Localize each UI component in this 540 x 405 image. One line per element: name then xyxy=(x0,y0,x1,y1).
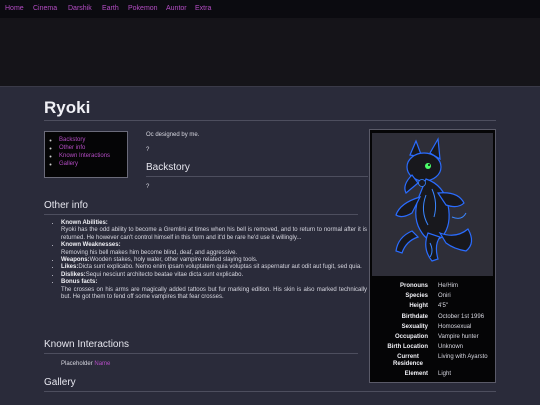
sexuality-value: Homosexual xyxy=(438,324,472,330)
list-item: Weapons:Wooden stakes, holy water, other… xyxy=(61,257,367,264)
species-label: Species xyxy=(405,293,428,299)
birthdate-value: October 1st 1996 xyxy=(438,314,485,320)
table-of-contents: Backstory Other info Known Interactions … xyxy=(44,131,128,178)
gallery-heading: Gallery xyxy=(44,377,76,388)
title-divider xyxy=(44,120,496,121)
abilities-text: Ryoki has the odd ability to become a Gr… xyxy=(61,227,367,241)
dislikes-label: Dislikes: xyxy=(61,271,86,278)
toc-item: Known Interactions xyxy=(59,152,127,160)
list-item: Removing his bell makes him become blind… xyxy=(61,250,367,257)
known-interactions-heading: Known Interactions xyxy=(44,339,130,350)
nav-auntor[interactable]: Auntor xyxy=(166,5,187,13)
page-title: Ryoki xyxy=(44,98,91,117)
birthdate-label: Birthdate xyxy=(401,314,428,320)
list-item: Known Abilities: xyxy=(61,220,367,227)
gallery-divider xyxy=(44,391,496,392)
pronouns-label: Pronouns xyxy=(400,283,428,289)
nav-darshik[interactable]: Darshik xyxy=(68,5,92,13)
pronouns-value: He/Him xyxy=(438,283,459,289)
abilities-label: Known Abilities: xyxy=(61,220,108,226)
list-item: Ryoki has the odd ability to become a Gr… xyxy=(61,227,367,242)
toc-item: Backstory xyxy=(59,136,127,144)
current-residence-value: Living with Ayarsto xyxy=(438,354,488,360)
interaction-placeholder: Placeholder xyxy=(61,361,93,367)
list-item: The crosses on his arms are magically ad… xyxy=(61,287,367,302)
interaction-item: Placeholder Name xyxy=(61,360,110,368)
backstory-divider xyxy=(146,176,368,177)
known-interactions-divider xyxy=(44,353,358,354)
other-info-divider xyxy=(44,214,358,215)
toc-link-other-info[interactable]: Other info xyxy=(59,145,85,151)
list-item: Dislikes:Sequi nesciunt architecto beata… xyxy=(61,272,367,279)
toc-link-backstory[interactable]: Backstory xyxy=(59,137,85,143)
likes-label: Likes: xyxy=(61,264,79,271)
occupation-label: Occupation xyxy=(394,334,428,340)
weaknesses-text: Removing his bell makes him become blind… xyxy=(61,249,238,256)
character-portrait xyxy=(372,133,493,276)
weaknesses-label: Known Weaknesses: xyxy=(61,242,121,249)
weapons-label: Weapons: xyxy=(61,257,90,264)
element-value: Light xyxy=(438,371,452,377)
height-label: Height xyxy=(409,303,428,309)
element-label: Element xyxy=(404,371,428,377)
birth-location-label: Birth Location xyxy=(387,344,428,350)
nav-home[interactable]: Home xyxy=(5,5,24,13)
species-link[interactable]: Oniri xyxy=(438,293,451,300)
toc-link-gallery[interactable]: Gallery xyxy=(59,161,78,167)
sexuality-label: Sexuality xyxy=(401,324,428,330)
backstory-heading: Backstory xyxy=(146,162,190,173)
occupation-value: Vampire hunter xyxy=(438,334,479,340)
bonus-label: Bonus facts: xyxy=(61,279,98,286)
current-residence-label: Current Residence xyxy=(392,354,423,367)
other-info-heading: Other info xyxy=(44,200,88,211)
character-portrait-image xyxy=(372,133,493,276)
other-info-list: Known Abilities: Ryoki has the odd abili… xyxy=(52,220,367,301)
nav-extra[interactable]: Extra xyxy=(195,5,211,13)
nav-pokemon[interactable]: Pokemon xyxy=(128,5,158,13)
header-banner xyxy=(0,18,540,87)
toc-link-known-interactions[interactable]: Known Interactions xyxy=(59,153,110,159)
bonus-text: The crosses on his arms are magically ad… xyxy=(61,286,367,301)
top-nav: Home Cinema Darshik Earth Pokemon Auntor… xyxy=(0,0,540,18)
interaction-name-link[interactable]: Name xyxy=(94,361,110,367)
intro-text: Oc designed by me. xyxy=(146,132,200,138)
dislikes-text: Sequi nesciunt architecto beatae vitae d… xyxy=(85,271,244,278)
list-item: Known Weaknesses: xyxy=(61,242,367,249)
list-item: Bonus facts: xyxy=(61,279,367,286)
nav-cinema[interactable]: Cinema xyxy=(33,5,57,13)
toc-item: Other info xyxy=(59,144,127,152)
birth-location-value: Unknown xyxy=(438,344,464,350)
intro-question: ? xyxy=(146,147,150,153)
likes-text: Dicta sunt explicabo. Nemo enim ipsam vo… xyxy=(78,264,362,271)
toc-item: Gallery xyxy=(59,160,127,168)
backstory-text: ? xyxy=(146,184,150,190)
list-item: Likes:Dicta sunt explicabo. Nemo enim ip… xyxy=(61,264,367,271)
weapons-text: Wooden stakes, holy water, other vampire… xyxy=(89,257,258,264)
height-value: 4'5" xyxy=(438,303,448,309)
nav-earth[interactable]: Earth xyxy=(102,5,119,13)
